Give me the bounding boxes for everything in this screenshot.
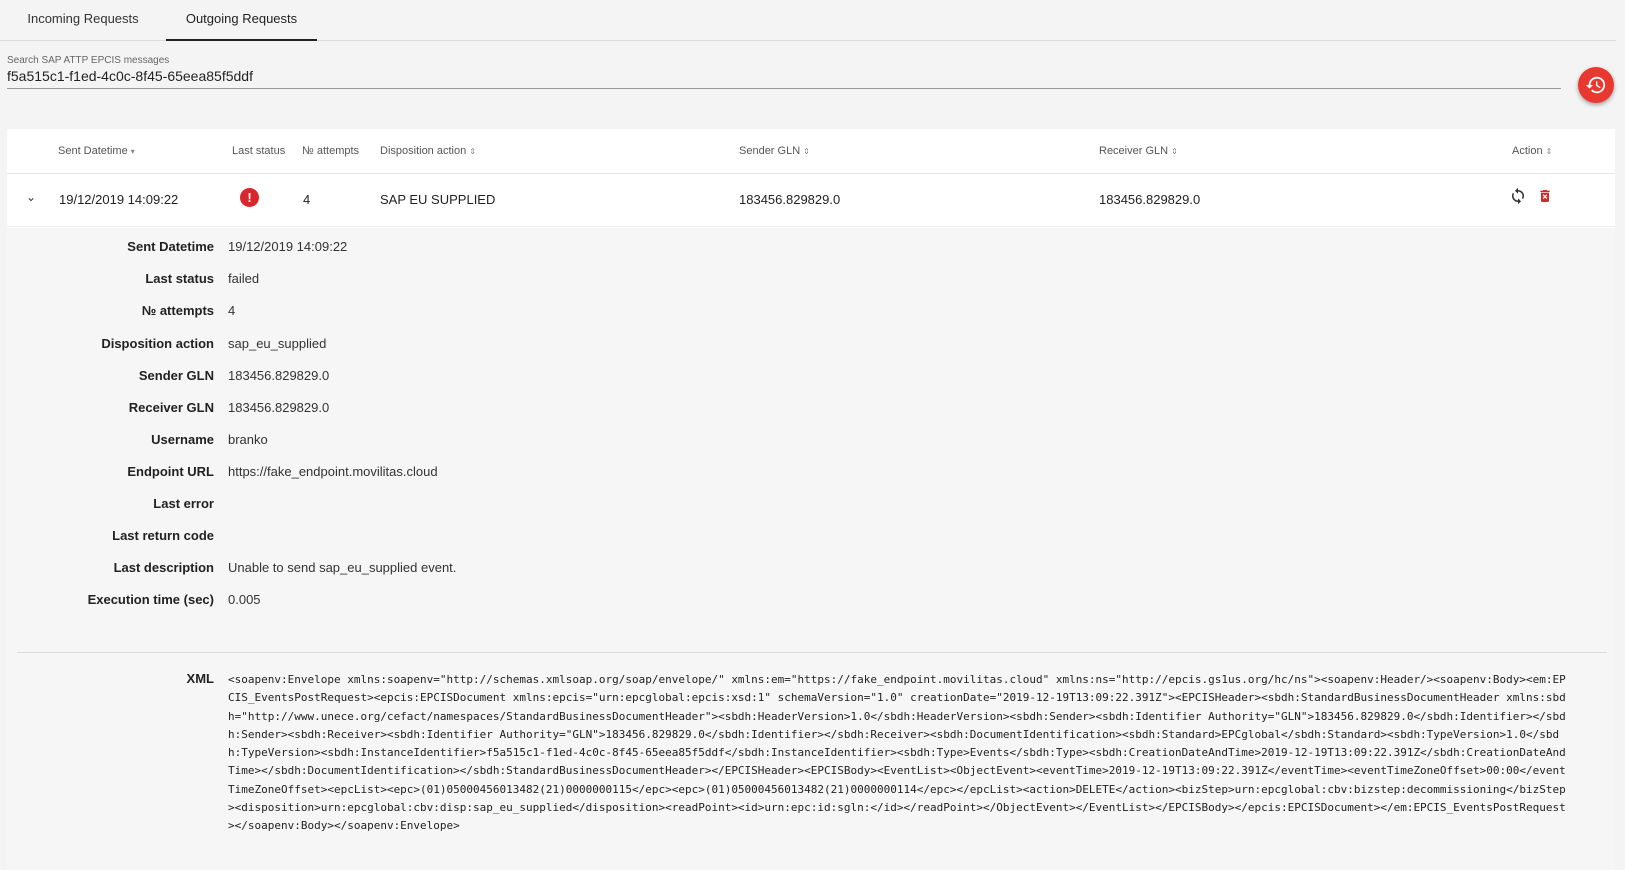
delete-button[interactable]: [1537, 187, 1553, 210]
detail-label: Sent Datetime: [127, 239, 214, 254]
column-receiver-gln[interactable]: Receiver GLN ⇕: [1099, 145, 1178, 157]
detail-value: Unable to send sap_eu_supplied event.: [228, 560, 457, 575]
row-details: Sent Datetime 19/12/2019 14:09:22 Last s…: [7, 228, 1615, 870]
divider: [17, 652, 1607, 653]
sort-icon: ⇕: [1545, 147, 1553, 156]
column-sent-datetime[interactable]: Sent Datetime ▾: [58, 145, 135, 157]
column-attempts: № attempts: [302, 145, 359, 157]
table-row[interactable]: ⌄ 19/12/2019 14:09:22 ! 4 SAP EU SUPPLIE…: [7, 174, 1615, 227]
history-icon: [1585, 76, 1606, 94]
column-disposition-label: Disposition action: [380, 145, 467, 157]
results-panel: Sent Datetime ▾ Last status № attempts Di…: [7, 129, 1615, 870]
sort-desc-icon: ▾: [130, 147, 135, 156]
search-input[interactable]: [7, 66, 1561, 89]
cell-disposition-action: SAP EU SUPPLIED: [380, 192, 496, 207]
history-button[interactable]: [1578, 67, 1614, 103]
column-disposition-action[interactable]: Disposition action ⇕: [380, 145, 476, 157]
column-action-label: Action: [1512, 145, 1543, 157]
detail-label: Last status: [145, 271, 214, 286]
xml-content: <soapenv:Envelope xmlns:soapenv="http://…: [228, 673, 1566, 833]
error-icon: !: [240, 188, 259, 207]
detail-value: 4: [228, 303, 236, 318]
detail-label: Last error: [153, 496, 214, 511]
tab-outgoing-requests[interactable]: Outgoing Requests: [166, 0, 317, 41]
sort-icon: ⇕: [803, 147, 810, 156]
detail-label: Username: [151, 432, 214, 447]
detail-label: Last description: [113, 560, 214, 575]
chevron-down-icon[interactable]: ⌄: [26, 190, 36, 204]
column-sender-label: Sender GLN: [739, 145, 801, 157]
detail-value: failed: [228, 271, 260, 286]
column-attempts-label: № attempts: [302, 145, 360, 157]
detail-value: 183456.829829.0: [228, 400, 330, 415]
sort-icon: ⇕: [469, 147, 476, 156]
cell-sender-gln: 183456.829829.0: [739, 192, 841, 207]
detail-value: branko: [228, 432, 268, 447]
column-receiver-label: Receiver GLN: [1099, 145, 1169, 157]
column-sent-datetime-label: Sent Datetime: [58, 145, 128, 157]
detail-label: Sender GLN: [138, 368, 214, 383]
search-box: Search SAP ATTP EPCIS messages: [7, 55, 1561, 89]
sort-icon: ⇕: [1171, 147, 1178, 156]
column-action[interactable]: Action ⇕: [1512, 145, 1552, 157]
retry-button[interactable]: [1509, 187, 1527, 210]
column-last-status-label: Last status: [232, 145, 286, 157]
detail-value: https://fake_endpoint.movilitas.cloud: [228, 464, 438, 479]
retry-icon: [1512, 187, 1524, 205]
detail-label: Endpoint URL: [127, 464, 214, 479]
cell-receiver-gln: 183456.829829.0: [1099, 192, 1201, 207]
detail-label: Receiver GLN: [128, 400, 214, 415]
detail-label: Execution time (sec): [87, 592, 214, 607]
detail-value: sap_eu_supplied: [228, 336, 327, 351]
detail-value: 183456.829829.0: [228, 368, 330, 383]
detail-value: 0.005: [228, 592, 261, 607]
cell-attempts: 4: [303, 192, 311, 207]
column-last-status: Last status: [232, 145, 285, 157]
detail-value: 19/12/2019 14:09:22: [228, 239, 348, 254]
detail-label: № attempts: [141, 303, 214, 318]
detail-label: Disposition action: [101, 336, 214, 351]
tab-bar: Incoming Requests Outgoing Requests: [0, 0, 1616, 41]
xml-label: XML: [186, 671, 214, 686]
detail-label: Last return code: [112, 528, 214, 543]
cell-sent-datetime: 19/12/2019 14:09:22: [59, 192, 179, 207]
table-header: Sent Datetime ▾ Last status № attempts Di…: [7, 129, 1615, 174]
column-sender-gln[interactable]: Sender GLN ⇕: [739, 145, 810, 157]
search-label: Search SAP ATTP EPCIS messages: [7, 55, 170, 66]
delete-icon: [1540, 190, 1550, 202]
tab-incoming-requests[interactable]: Incoming Requests: [0, 0, 166, 41]
